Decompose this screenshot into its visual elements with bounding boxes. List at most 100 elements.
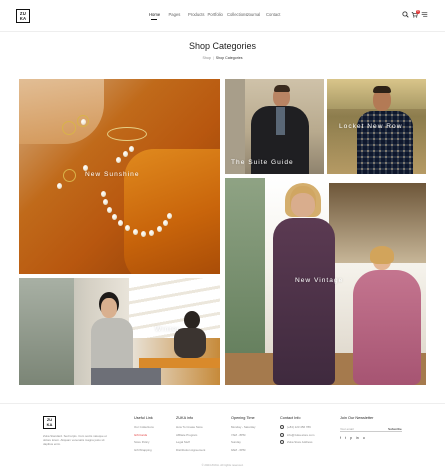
- child-head: [101, 298, 117, 318]
- opening-time-text: 9AM - 6PM: [231, 447, 246, 452]
- site-header: ZU KA Home Pages Products Portfolio Coll…: [0, 0, 445, 32]
- pearl: [163, 220, 168, 226]
- model-hair: [373, 86, 391, 93]
- opening-time-text: Sunday: [231, 440, 241, 445]
- nav-item-journal[interactable]: Journal: [247, 12, 267, 20]
- contact-text: Zuka Store Address: [287, 440, 313, 444]
- pearl: [157, 226, 162, 232]
- pearl: [116, 157, 121, 163]
- grey-sweater: [91, 318, 133, 373]
- earring-hoop-image: [63, 169, 76, 182]
- category-tile-winter[interactable]: Winter: [19, 278, 220, 385]
- mail-icon: [280, 432, 284, 437]
- pearl: [118, 220, 123, 226]
- facebook-icon[interactable]: f: [340, 436, 341, 440]
- category-tile-locket-new-row[interactable]: Locket New Row: [327, 79, 426, 174]
- nav-item-home[interactable]: Home: [149, 12, 169, 20]
- nav-item-products[interactable]: Products: [188, 12, 208, 20]
- breadcrumb: Shop | Shop Categories: [0, 56, 445, 60]
- footer-heading: Join Our Newsletter: [340, 416, 374, 420]
- page-title: Shop Categories: [188, 41, 257, 51]
- subscribe-button[interactable]: Subscribe: [388, 426, 402, 432]
- menu-icon[interactable]: [421, 11, 428, 18]
- model-hair: [274, 85, 290, 92]
- contact-email[interactable]: info@zuka-store.com: [280, 432, 314, 437]
- pink-dress: [353, 270, 421, 385]
- site-footer: ZU KA Zuka Standard. Sed turpis. Cum soc…: [0, 403, 445, 469]
- footer-logo[interactable]: ZU KA: [43, 416, 56, 429]
- pearl: [101, 191, 106, 197]
- nav-item-collections[interactable]: Collections: [227, 12, 247, 20]
- pearl: [167, 213, 172, 219]
- pearl: [103, 199, 108, 205]
- footer-about-text: Zuka Standard. Sed turpis. Cum sociis na…: [43, 434, 107, 446]
- category-label: New Sunshine: [85, 171, 140, 178]
- pearl: [141, 231, 146, 237]
- footer-link[interactable]: Legal Stuff: [176, 440, 205, 444]
- pearl: [125, 225, 130, 231]
- category-tile-suite-guide[interactable]: The Suite Guide: [225, 79, 324, 174]
- footer-link[interactable]: Distribution Agreement: [176, 448, 205, 452]
- pearl: [129, 146, 134, 152]
- contact-address[interactable]: Zuka Store Address: [280, 440, 314, 444]
- breadcrumb-separator: |: [212, 56, 214, 60]
- footer-col-opening-time: Opening Time Monday - Saturday 7AM - 8PM…: [231, 416, 255, 455]
- location-icon: [280, 440, 284, 444]
- footer-heading: Contact Info: [280, 416, 301, 420]
- phone-icon: [280, 425, 284, 429]
- shirt: [276, 107, 285, 135]
- footer-link[interactable]: How To Create Store: [176, 425, 205, 429]
- footer-col-newsletter: Join Our Newsletter: [340, 416, 373, 425]
- plaid-shirt: [357, 111, 413, 174]
- category-tile-new-sunshine[interactable]: New Sunshine: [19, 79, 220, 274]
- pearl: [149, 230, 154, 236]
- nav-item-pages[interactable]: Pages: [169, 12, 189, 20]
- footer-link[interactable]: Gift Cards: [134, 433, 154, 437]
- contact-phone[interactable]: (+84) 123 456 789: [280, 425, 314, 429]
- nav-item-contact[interactable]: Contact: [266, 12, 286, 20]
- footer-col-contact-info: Contact Info (+84) 123 456 789 info@zuka…: [280, 416, 314, 448]
- pinterest-icon[interactable]: p: [350, 436, 352, 440]
- pearl: [133, 229, 138, 235]
- contact-text: (+84) 123 456 789: [287, 425, 311, 429]
- twitter-icon[interactable]: t: [345, 436, 346, 440]
- footer-link[interactable]: Our Collections: [134, 425, 154, 429]
- site-logo[interactable]: ZU KA: [16, 9, 30, 23]
- footer-heading: Useful Link: [134, 416, 153, 420]
- footer-link[interactable]: Store Policy: [134, 440, 154, 444]
- pearl: [57, 183, 62, 189]
- purple-suit: [273, 218, 335, 385]
- category-label: The Suite Guide: [231, 159, 294, 166]
- footer-col-useful-links: Useful Link Our Collections Gift Cards S…: [134, 416, 154, 455]
- logo-bottom-text: KA: [19, 16, 27, 22]
- copyright-text: © 2024 ZUKA. All rights reserved.: [201, 463, 244, 467]
- footer-col-zuka-info: ZUKA info How To Create Store Affiliate …: [176, 416, 205, 455]
- category-tile-new-vintage[interactable]: New Vintage: [225, 178, 426, 385]
- breadcrumb-home-link[interactable]: Shop: [202, 56, 210, 60]
- nav-item-portfolio[interactable]: Portfolio: [208, 12, 228, 20]
- pearl: [112, 214, 117, 220]
- cart-count-badge: 0: [416, 10, 420, 14]
- model-face: [291, 193, 315, 217]
- footer-link[interactable]: Gift Wrapping: [134, 448, 154, 452]
- footer-link[interactable]: Affiliate Program: [176, 433, 205, 437]
- search-icon[interactable]: [402, 11, 409, 18]
- orange-bench: [139, 358, 220, 368]
- model-hair: [370, 246, 394, 264]
- pearl: [81, 119, 86, 125]
- opening-time-text: Monday - Saturday: [231, 425, 256, 429]
- pearl: [123, 151, 128, 157]
- velvet-chair-image: [124, 149, 220, 274]
- child-legs: [91, 368, 161, 385]
- category-label: Locket New Row: [339, 123, 403, 130]
- instagram-icon[interactable]: o: [363, 436, 365, 440]
- bracelet-chain: [107, 127, 147, 141]
- linkedin-icon[interactable]: in: [356, 436, 359, 440]
- breadcrumb-current: Shop Categories: [215, 56, 243, 60]
- opening-time-text: 7AM - 8PM: [231, 432, 246, 437]
- category-label: New Vintage: [295, 277, 344, 284]
- pearl: [107, 207, 112, 213]
- footer-heading: Opening Time: [231, 416, 255, 420]
- category-label: Winter: [155, 326, 181, 333]
- main-nav: Home Pages Products Portfolio Collection…: [149, 12, 286, 20]
